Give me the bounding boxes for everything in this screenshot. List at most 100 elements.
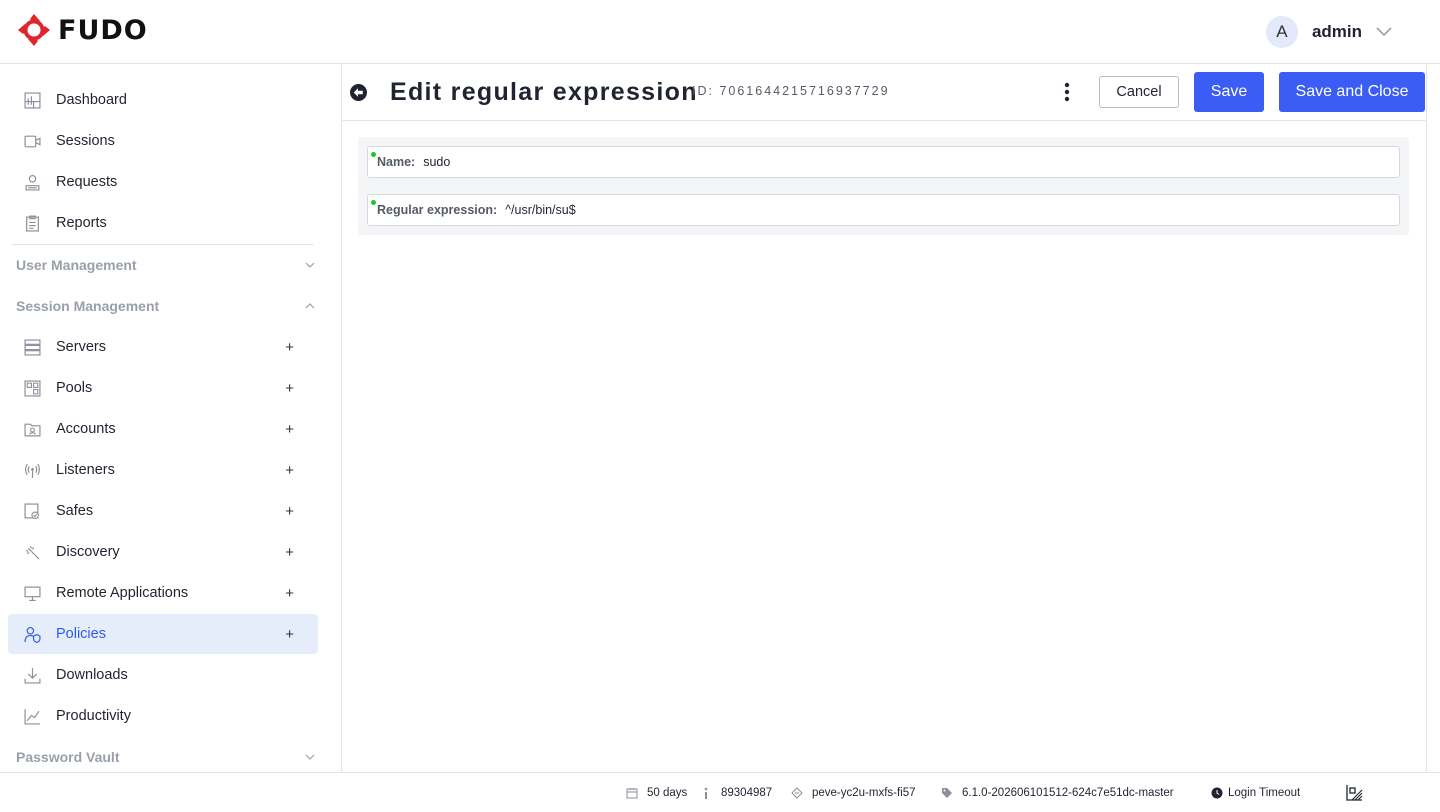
dashboard-icon — [24, 92, 41, 109]
chevron-up-icon — [305, 303, 315, 309]
username: admin — [1311, 22, 1362, 41]
sidebar-item-label: Downloads — [56, 667, 128, 683]
sidebar-item-remote-applications[interactable]: Remote Applications + — [8, 573, 318, 613]
sidebar-item-downloads[interactable]: Downloads — [8, 655, 318, 695]
clock-icon — [1211, 787, 1223, 799]
add-safe-button[interactable]: + — [285, 503, 294, 520]
back-arrow-icon[interactable] — [350, 84, 367, 101]
editor-toolbar: Edit regular expression ID: 706164421571… — [342, 64, 1426, 121]
sidebar-item-listeners[interactable]: Listeners + — [8, 450, 318, 490]
save-button[interactable]: Save — [1194, 72, 1264, 112]
policy-icon — [24, 627, 41, 643]
node-id: peve-yc2u-mxfs-fi57 — [791, 785, 916, 801]
antenna-icon — [25, 463, 40, 478]
brand-name: FUDO — [58, 14, 148, 46]
sidebar-item-label: Reports — [56, 215, 107, 231]
sidebar-item-servers[interactable]: Servers + — [8, 327, 318, 367]
version-text: 6.1.0-202606101512-624c7e51dc-master — [962, 787, 1174, 799]
regex-label: Regular expression: — [377, 203, 498, 217]
section-label: Session Management — [16, 298, 160, 314]
theme-toggle-icon[interactable] — [1346, 784, 1363, 801]
avatar: A — [1265, 16, 1298, 48]
add-pool-button[interactable]: + — [285, 380, 294, 397]
build-number-text: 89304987 — [721, 787, 773, 799]
login-timeout[interactable]: Login Timeout — [1211, 785, 1300, 801]
cancel-button[interactable]: Cancel — [1099, 76, 1179, 108]
sidebar-item-pools[interactable]: Pools + — [8, 368, 318, 408]
chevron-down-icon[interactable] — [1376, 27, 1392, 37]
sidebar-item-discovery[interactable]: Discovery + — [8, 532, 318, 572]
more-options-icon[interactable] — [1057, 80, 1077, 104]
add-server-button[interactable]: + — [285, 339, 294, 356]
user-menu[interactable]: A admin — [1265, 16, 1392, 48]
sidebar-item-accounts[interactable]: Accounts + — [8, 409, 318, 449]
tag-icon — [942, 788, 952, 798]
status-bar: 50 days 89304987 peve-yc2u-mxfs-fi57 6.1… — [0, 772, 1440, 812]
regex-form: Name: Regular expression: — [358, 137, 1409, 235]
fudo-logo-icon — [18, 14, 50, 46]
section-label: User Management — [16, 257, 137, 273]
sidebar-item-safes[interactable]: Safes + — [8, 491, 318, 531]
regex-field[interactable]: Regular expression: — [367, 194, 1400, 226]
top-bar: FUDO A admin — [0, 0, 1440, 64]
sidebar-item-label: Pools — [56, 380, 93, 396]
node-id-text: peve-yc2u-mxfs-fi57 — [812, 787, 916, 799]
build-number: 89304987 — [700, 785, 772, 801]
required-indicator — [371, 152, 376, 157]
chevron-down-icon — [305, 754, 315, 760]
save-and-close-button[interactable]: Save and Close — [1279, 72, 1425, 112]
sidebar-divider — [12, 244, 314, 245]
regex-input[interactable] — [505, 203, 1386, 217]
sidebar-item-dashboard[interactable]: Dashboard — [8, 80, 318, 120]
sidebar-item-label: Productivity — [56, 708, 131, 724]
sidebar-item-reports[interactable]: Reports — [8, 203, 318, 243]
sidebar: Dashboard Sessions Requests Reports User… — [0, 64, 342, 772]
download-icon — [24, 668, 41, 684]
section-password-vault[interactable]: Password Vault — [16, 745, 316, 769]
discovery-icon — [25, 545, 40, 560]
info-icon — [704, 787, 708, 799]
node-icon — [791, 787, 803, 799]
add-account-button[interactable]: + — [285, 421, 294, 438]
license-days: 50 days — [626, 785, 687, 801]
line-chart-icon — [24, 709, 40, 725]
add-listener-button[interactable]: + — [285, 462, 294, 479]
sidebar-item-productivity[interactable]: Productivity — [8, 696, 318, 736]
chevron-down-icon — [305, 262, 315, 268]
record-id: ID: 7061644215716937729 — [692, 84, 890, 98]
add-policy-button[interactable]: + — [285, 626, 294, 643]
main-content: Edit regular expression ID: 706164421571… — [342, 64, 1426, 772]
login-timeout-text: Login Timeout — [1228, 787, 1301, 799]
sidebar-item-label: Policies — [56, 626, 106, 642]
add-discovery-button[interactable]: + — [285, 544, 294, 561]
account-folder-icon — [24, 423, 41, 437]
sidebar-item-label: Listeners — [56, 462, 115, 478]
name-field[interactable]: Name: — [367, 146, 1400, 178]
section-user-management[interactable]: User Management — [16, 253, 316, 277]
sidebar-item-label: Remote Applications — [56, 585, 189, 601]
fudo-logo[interactable]: FUDO — [16, 12, 148, 48]
section-label: Password Vault — [16, 749, 120, 765]
add-remote-application-button[interactable]: + — [285, 585, 294, 602]
name-label: Name: — [377, 155, 416, 169]
sidebar-item-label: Sessions — [56, 133, 115, 149]
monitor-icon — [24, 586, 41, 601]
section-session-management[interactable]: Session Management — [16, 294, 316, 318]
license-days-text: 50 days — [647, 787, 688, 799]
user-request-icon — [25, 175, 40, 191]
safe-icon — [24, 503, 39, 519]
scrollbar-track[interactable] — [1426, 64, 1440, 772]
video-camera-icon — [24, 135, 41, 148]
version: 6.1.0-202606101512-624c7e51dc-master — [941, 785, 1174, 801]
sidebar-item-label: Dashboard — [56, 92, 127, 108]
pool-icon — [24, 380, 41, 397]
name-input[interactable] — [423, 155, 1304, 169]
sidebar-item-policies[interactable]: Policies + — [8, 614, 318, 654]
page-title: Edit regular expression — [390, 78, 698, 106]
sidebar-item-label: Accounts — [56, 421, 116, 437]
sidebar-item-label: Discovery — [56, 544, 120, 560]
sidebar-item-sessions[interactable]: Sessions — [8, 121, 318, 161]
clipboard-icon — [26, 215, 39, 232]
sidebar-item-requests[interactable]: Requests — [8, 162, 318, 202]
sidebar-item-label: Requests — [56, 174, 118, 190]
